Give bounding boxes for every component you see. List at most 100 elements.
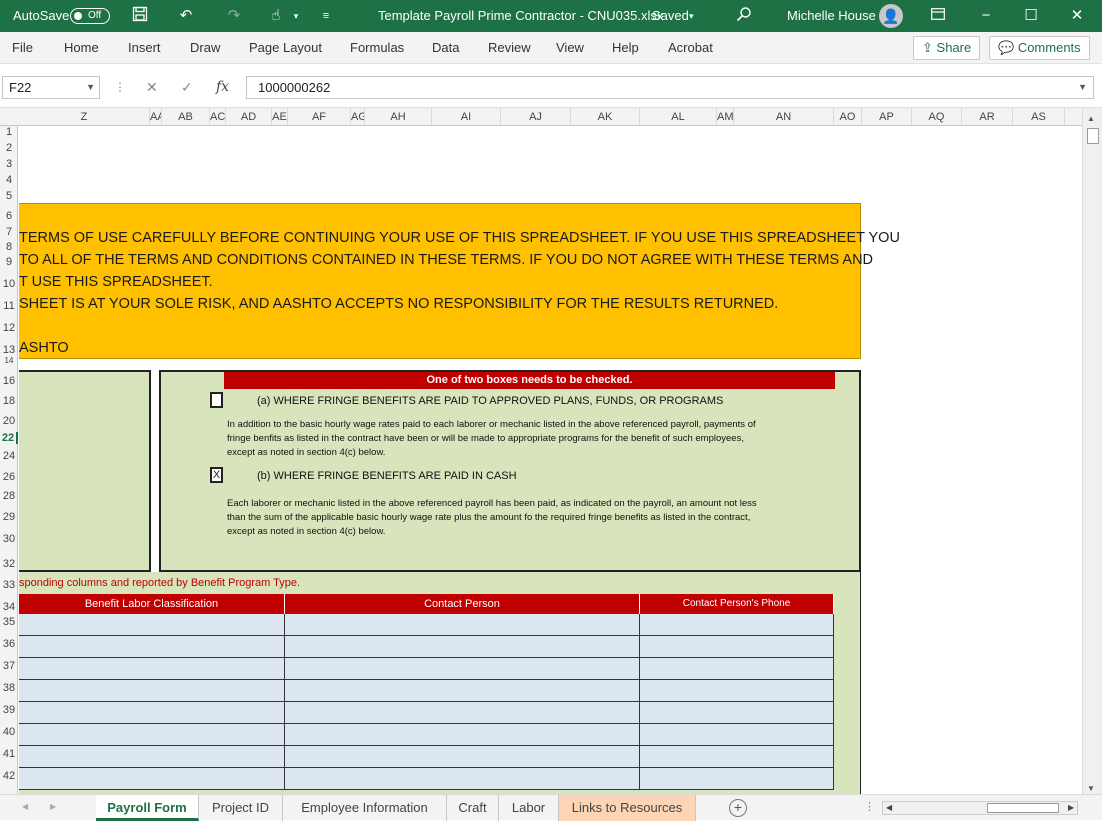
autosave-toggle[interactable]: Off (70, 8, 110, 24)
column-header[interactable]: AH (365, 108, 432, 126)
close-icon[interactable]: ✕ (1067, 6, 1087, 26)
column-header[interactable]: AB (162, 108, 210, 126)
column-header[interactable]: AS (1013, 108, 1065, 126)
scroll-thumb[interactable] (1087, 128, 1099, 144)
row-header[interactable]: 37 (0, 660, 18, 672)
column-header[interactable]: AF (288, 108, 351, 126)
row-header[interactable]: 41 (0, 748, 18, 760)
row-header[interactable]: 1 (0, 126, 18, 138)
tab-view[interactable]: View (556, 32, 584, 64)
row-header[interactable]: 26 (0, 471, 18, 483)
table-row[interactable] (19, 768, 834, 790)
confirm-entry-icon[interactable]: ✓ (181, 76, 193, 99)
cancel-entry-icon[interactable]: ✕ (146, 76, 158, 99)
row-header[interactable]: 36 (0, 638, 18, 650)
table-row[interactable] (19, 746, 834, 768)
table-row[interactable] (19, 702, 834, 724)
tab-page-layout[interactable]: Page Layout (249, 32, 322, 64)
expand-formula-icon[interactable]: ▼ (1078, 77, 1087, 98)
scroll-right-icon[interactable]: ▶ (1068, 803, 1074, 812)
row-header[interactable]: 4 (0, 174, 18, 186)
column-header[interactable]: AD (226, 108, 272, 126)
undo-icon[interactable]: ↶ (176, 6, 196, 26)
next-sheet-icon[interactable]: ▶ (50, 802, 56, 811)
scroll-thumb[interactable] (987, 803, 1059, 813)
column-header[interactable]: AP (862, 108, 912, 126)
row-header[interactable]: 10 (0, 278, 18, 290)
scroll-down-icon[interactable]: ▼ (1087, 784, 1095, 793)
table-row[interactable] (19, 614, 834, 636)
tab-file[interactable]: File (12, 32, 33, 64)
table-row[interactable] (19, 680, 834, 702)
row-header[interactable]: 33 (0, 579, 18, 591)
maximize-icon[interactable]: ☐ (1021, 6, 1041, 26)
sheet-tab-payroll-form[interactable]: Payroll Form (96, 795, 199, 821)
tab-acrobat[interactable]: Acrobat (668, 32, 713, 64)
worksheet-grid[interactable]: TERMS OF USE CAREFULLY BEFORE CONTINUING… (19, 126, 1081, 794)
column-header[interactable]: AQ (912, 108, 962, 126)
option-b-checkbox[interactable]: X (210, 467, 223, 483)
row-header-active[interactable]: 22 (0, 432, 18, 444)
column-header[interactable]: AC (210, 108, 226, 126)
table-row[interactable] (19, 724, 834, 746)
column-header[interactable]: AL (640, 108, 717, 126)
row-header[interactable]: 40 (0, 726, 18, 738)
user-name[interactable]: Michelle House (787, 0, 876, 32)
row-header[interactable]: 6 (0, 210, 18, 222)
sheet-tab-employee-information[interactable]: Employee Information (283, 795, 447, 821)
row-header[interactable]: 12 (0, 322, 18, 334)
tab-formulas[interactable]: Formulas (350, 32, 404, 64)
row-header[interactable]: 11 (0, 300, 18, 312)
row-header[interactable]: 16 (0, 375, 18, 387)
column-header[interactable]: Z (19, 108, 150, 126)
save-icon[interactable] (130, 6, 150, 26)
share-button[interactable]: ⇪ Share (913, 36, 981, 60)
save-status[interactable]: Saved (652, 0, 689, 32)
column-header[interactable]: AR (962, 108, 1013, 126)
row-header[interactable]: 30 (0, 533, 18, 545)
row-header[interactable]: 9 (0, 256, 18, 268)
row-header[interactable]: 8 (0, 241, 18, 253)
sheet-tab-labor[interactable]: Labor (499, 795, 559, 821)
row-header[interactable]: 42 (0, 770, 18, 782)
formula-input[interactable]: 1000000262 ▼ (246, 76, 1094, 99)
column-header[interactable]: AO (834, 108, 862, 126)
search-icon[interactable] (734, 6, 754, 26)
chevron-down-icon[interactable]: ▼ (86, 77, 95, 98)
horizontal-scrollbar[interactable]: ◀ ▶ (882, 801, 1078, 815)
minimize-icon[interactable]: − (976, 6, 996, 26)
tab-split-handle-icon[interactable]: ⋮ (864, 800, 875, 813)
option-a-checkbox[interactable] (210, 392, 223, 408)
prev-sheet-icon[interactable]: ◀ (22, 802, 28, 811)
row-header[interactable]: 35 (0, 616, 18, 628)
tab-review[interactable]: Review (488, 32, 531, 64)
column-header[interactable]: AK (571, 108, 640, 126)
column-header[interactable]: AG (351, 108, 365, 126)
row-header[interactable]: 29 (0, 511, 18, 523)
tab-data[interactable]: Data (432, 32, 459, 64)
tab-home[interactable]: Home (64, 32, 99, 64)
touch-mode-icon[interactable]: ☝ (266, 6, 286, 26)
row-header[interactable]: 7 (0, 226, 18, 238)
save-status-chevron-icon[interactable]: ▾ (689, 0, 694, 32)
column-header[interactable]: AN (734, 108, 834, 126)
row-header[interactable]: 2 (0, 142, 18, 154)
row-header[interactable]: 18 (0, 395, 18, 407)
row-header[interactable]: 13 (0, 344, 18, 356)
row-header[interactable]: 20 (0, 415, 18, 427)
table-row[interactable] (19, 658, 834, 680)
scroll-up-icon[interactable]: ▲ (1087, 114, 1095, 123)
insert-function-icon[interactable]: fx (216, 76, 229, 99)
redo-icon[interactable]: ↷ (224, 6, 244, 26)
column-header[interactable]: AI (432, 108, 501, 126)
column-header[interactable]: AA (150, 108, 162, 126)
column-header[interactable]: AE (272, 108, 288, 126)
sheet-tab-links-to-resources[interactable]: Links to Resources (559, 795, 696, 821)
tab-draw[interactable]: Draw (190, 32, 220, 64)
row-header[interactable]: 28 (0, 490, 18, 502)
vertical-scrollbar[interactable]: ▲ ▼ (1082, 108, 1102, 794)
column-header[interactable]: AM (717, 108, 734, 126)
row-header[interactable]: 38 (0, 682, 18, 694)
row-header[interactable]: 32 (0, 558, 18, 570)
table-row[interactable] (19, 636, 834, 658)
